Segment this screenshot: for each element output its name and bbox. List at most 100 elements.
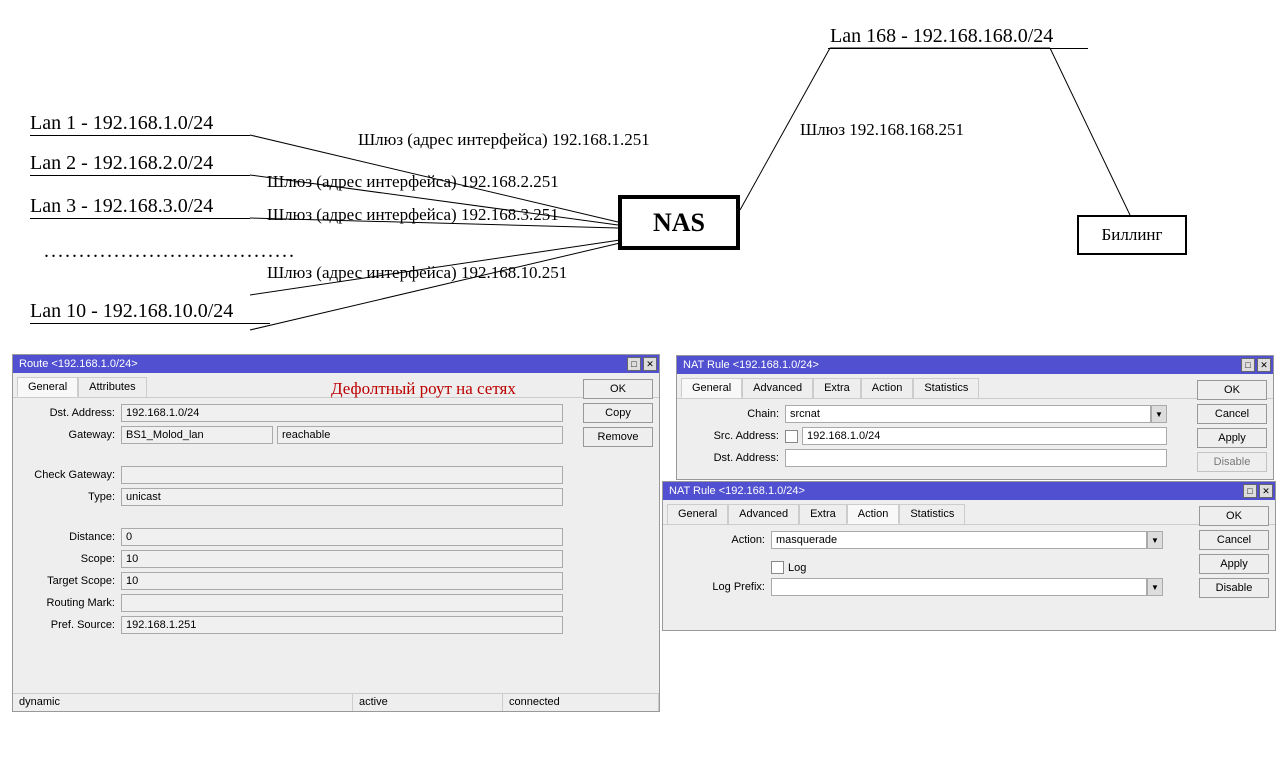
lan1-line (30, 135, 250, 136)
nat-window-1: NAT Rule <192.168.1.0/24> □ ✕ General Ad… (676, 355, 1274, 480)
lan1-label: Lan 1 - 192.168.1.0/24 (30, 112, 213, 135)
scope-label: Scope: (23, 553, 121, 565)
close-icon[interactable]: ✕ (1257, 358, 1271, 372)
type-label: Type: (23, 491, 121, 503)
target-scope-input[interactable] (121, 572, 563, 590)
lan168-label: Lan 168 - 192.168.168.0/24 (830, 25, 1053, 48)
disable-button[interactable]: Disable (1197, 452, 1267, 472)
close-icon[interactable]: ✕ (1259, 484, 1273, 498)
routing-mark-input[interactable] (121, 594, 563, 612)
nat1-title: NAT Rule <192.168.1.0/24> (679, 359, 819, 371)
nat1-titlebar: NAT Rule <192.168.1.0/24> □ ✕ (677, 356, 1273, 374)
gateway-label: Gateway: (23, 429, 121, 441)
action-input[interactable] (771, 531, 1147, 549)
tab-advanced[interactable]: Advanced (742, 378, 813, 398)
minimize-icon[interactable]: □ (1241, 358, 1255, 372)
dst-address-input[interactable] (785, 449, 1167, 467)
target-scope-label: Target Scope: (23, 575, 121, 587)
status-connected: connected (503, 694, 659, 711)
status-bar: dynamic active connected (13, 693, 659, 711)
route-buttons: OK Copy Remove (583, 379, 653, 447)
tab-general[interactable]: General (17, 377, 78, 397)
lan168-line (828, 48, 1088, 49)
apply-button[interactable]: Apply (1199, 554, 1269, 574)
minimize-icon[interactable]: □ (627, 357, 641, 371)
lan10-line (30, 323, 270, 324)
action-label: Action: (673, 534, 771, 546)
nat2-buttons: OK Cancel Apply Disable (1199, 506, 1269, 598)
apply-button[interactable]: Apply (1197, 428, 1267, 448)
route-window: Route <192.168.1.0/24> □ ✕ General Attri… (12, 354, 660, 712)
gw168-label: Шлюз 192.168.168.251 (800, 120, 964, 140)
nat1-buttons: OK Cancel Apply Disable (1197, 380, 1267, 472)
lan2-label: Lan 2 - 192.168.2.0/24 (30, 152, 213, 175)
src-address-input[interactable] (802, 427, 1167, 445)
chain-input[interactable] (785, 405, 1151, 423)
route-title: Route <192.168.1.0/24> (15, 358, 138, 370)
dots: .................................... (44, 240, 296, 263)
distance-label: Distance: (23, 531, 121, 543)
gw3-label: Шлюз (адрес интерфейса) 192.168.3.251 (267, 205, 559, 225)
dst-address-input[interactable] (121, 404, 563, 422)
tab-extra[interactable]: Extra (813, 378, 861, 398)
status-dynamic: dynamic (13, 694, 353, 711)
src-address-checkbox[interactable] (785, 430, 798, 443)
log-prefix-dropdown-icon[interactable]: ▼ (1147, 578, 1163, 596)
tab-advanced[interactable]: Advanced (728, 504, 799, 524)
distance-input[interactable] (121, 528, 563, 546)
log-label: Log (788, 562, 806, 574)
close-icon[interactable]: ✕ (643, 357, 657, 371)
billing-box: Биллинг (1077, 215, 1187, 255)
pref-source-input[interactable] (121, 616, 563, 634)
tab-general[interactable]: General (681, 378, 742, 398)
gw2-label: Шлюз (адрес интерфейса) 192.168.2.251 (267, 172, 559, 192)
nas-box: NAS (618, 195, 740, 250)
type-input[interactable] (121, 488, 563, 506)
copy-button[interactable]: Copy (583, 403, 653, 423)
status-active: active (353, 694, 503, 711)
log-prefix-label: Log Prefix: (673, 581, 771, 593)
pref-source-label: Pref. Source: (23, 619, 121, 631)
tab-action[interactable]: Action (847, 504, 900, 524)
tab-statistics[interactable]: Statistics (913, 378, 979, 398)
nat2-tabs: General Advanced Extra Action Statistics (663, 500, 1275, 525)
src-address-label: Src. Address: (687, 430, 785, 442)
gw1-label: Шлюз (адрес интерфейса) 192.168.1.251 (358, 130, 650, 150)
nat1-tabs: General Advanced Extra Action Statistics (677, 374, 1273, 399)
log-prefix-input[interactable] (771, 578, 1147, 596)
dst-address-label: Dst. Address: (687, 452, 785, 464)
tab-extra[interactable]: Extra (799, 504, 847, 524)
chain-dropdown-icon[interactable]: ▼ (1151, 405, 1167, 423)
tab-attributes[interactable]: Attributes (78, 377, 146, 397)
network-diagram: Lan 1 - 192.168.1.0/24 Шлюз (адрес интер… (0, 0, 1288, 350)
nat-window-2: NAT Rule <192.168.1.0/24> □ ✕ General Ad… (662, 481, 1276, 631)
ok-button[interactable]: OK (1199, 506, 1269, 526)
route-titlebar: Route <192.168.1.0/24> □ ✕ (13, 355, 659, 373)
gw10-label: Шлюз (адрес интерфейса) 192.168.10.251 (267, 263, 567, 283)
gateway-status (277, 426, 563, 444)
cancel-button[interactable]: Cancel (1199, 530, 1269, 550)
chain-label: Chain: (687, 408, 785, 420)
log-checkbox[interactable] (771, 561, 784, 574)
lan3-line (30, 218, 250, 219)
disable-button[interactable]: Disable (1199, 578, 1269, 598)
check-gateway-input[interactable] (121, 466, 563, 484)
lan10-label: Lan 10 - 192.168.10.0/24 (30, 300, 233, 323)
ok-button[interactable]: OK (1197, 380, 1267, 400)
tab-general[interactable]: General (667, 504, 728, 524)
remove-button[interactable]: Remove (583, 427, 653, 447)
cancel-button[interactable]: Cancel (1197, 404, 1267, 424)
route-heading: Дефолтный роут на сетях (331, 379, 516, 399)
minimize-icon[interactable]: □ (1243, 484, 1257, 498)
scope-input[interactable] (121, 550, 563, 568)
dst-address-label: Dst. Address: (23, 407, 121, 419)
nat2-title: NAT Rule <192.168.1.0/24> (665, 485, 805, 497)
check-gateway-label: Check Gateway: (23, 469, 121, 481)
tab-action[interactable]: Action (861, 378, 914, 398)
ok-button[interactable]: OK (583, 379, 653, 399)
nat2-titlebar: NAT Rule <192.168.1.0/24> □ ✕ (663, 482, 1275, 500)
gateway-input[interactable] (121, 426, 273, 444)
action-dropdown-icon[interactable]: ▼ (1147, 531, 1163, 549)
tab-statistics[interactable]: Statistics (899, 504, 965, 524)
lan3-label: Lan 3 - 192.168.3.0/24 (30, 195, 213, 218)
